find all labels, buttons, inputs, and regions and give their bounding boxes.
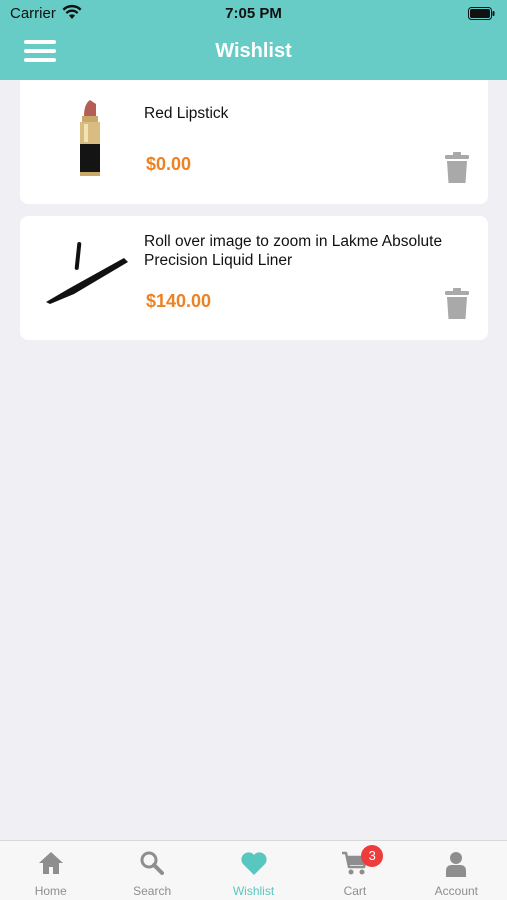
tab-search[interactable]: Search <box>101 841 202 900</box>
tab-label: Search <box>133 884 172 898</box>
trash-icon[interactable] <box>444 152 470 184</box>
trash-icon[interactable] <box>444 288 470 320</box>
home-icon <box>38 852 63 874</box>
tab-home[interactable]: Home <box>0 841 101 900</box>
item-price: $140.00 <box>146 291 212 311</box>
tab-bar: Home Search Wishlist 3 Cart Account <box>0 840 507 900</box>
header: Carrier 7:05 PM Wishlist <box>0 0 507 80</box>
wishlist-item[interactable]: Red Lipstick $0.00 <box>20 80 488 204</box>
lipstick-image <box>80 100 100 176</box>
search-icon <box>140 851 165 875</box>
tab-label: Wishlist <box>232 884 275 898</box>
clock: 7:05 PM <box>225 5 282 22</box>
tab-account[interactable]: Account <box>406 841 507 900</box>
cart-badge: 3 <box>361 845 384 867</box>
tab-label: Cart <box>343 884 367 898</box>
battery-icon <box>468 7 495 20</box>
tab-cart[interactable]: 3 Cart <box>304 841 405 900</box>
nav-bar: Wishlist <box>0 28 507 80</box>
eyeliner-image <box>46 242 128 304</box>
person-icon <box>446 852 467 877</box>
tab-label: Account <box>434 884 478 898</box>
item-title: Red Lipstick <box>144 105 229 122</box>
wishlist-item[interactable]: Roll over image to zoom in Lakme Absolut… <box>20 216 488 340</box>
status-bar: Carrier 7:05 PM <box>0 0 507 28</box>
wishlist-list: Red Lipstick $0.00 Roll over image to zo… <box>20 80 488 352</box>
tab-wishlist[interactable]: Wishlist <box>203 841 304 900</box>
tab-label: Home <box>34 884 67 898</box>
item-title: Roll over image to zoom in Lakme Absolut… <box>144 233 443 269</box>
heart-icon <box>240 852 267 875</box>
page-title: Wishlist <box>215 40 292 62</box>
item-price: $0.00 <box>146 154 192 174</box>
